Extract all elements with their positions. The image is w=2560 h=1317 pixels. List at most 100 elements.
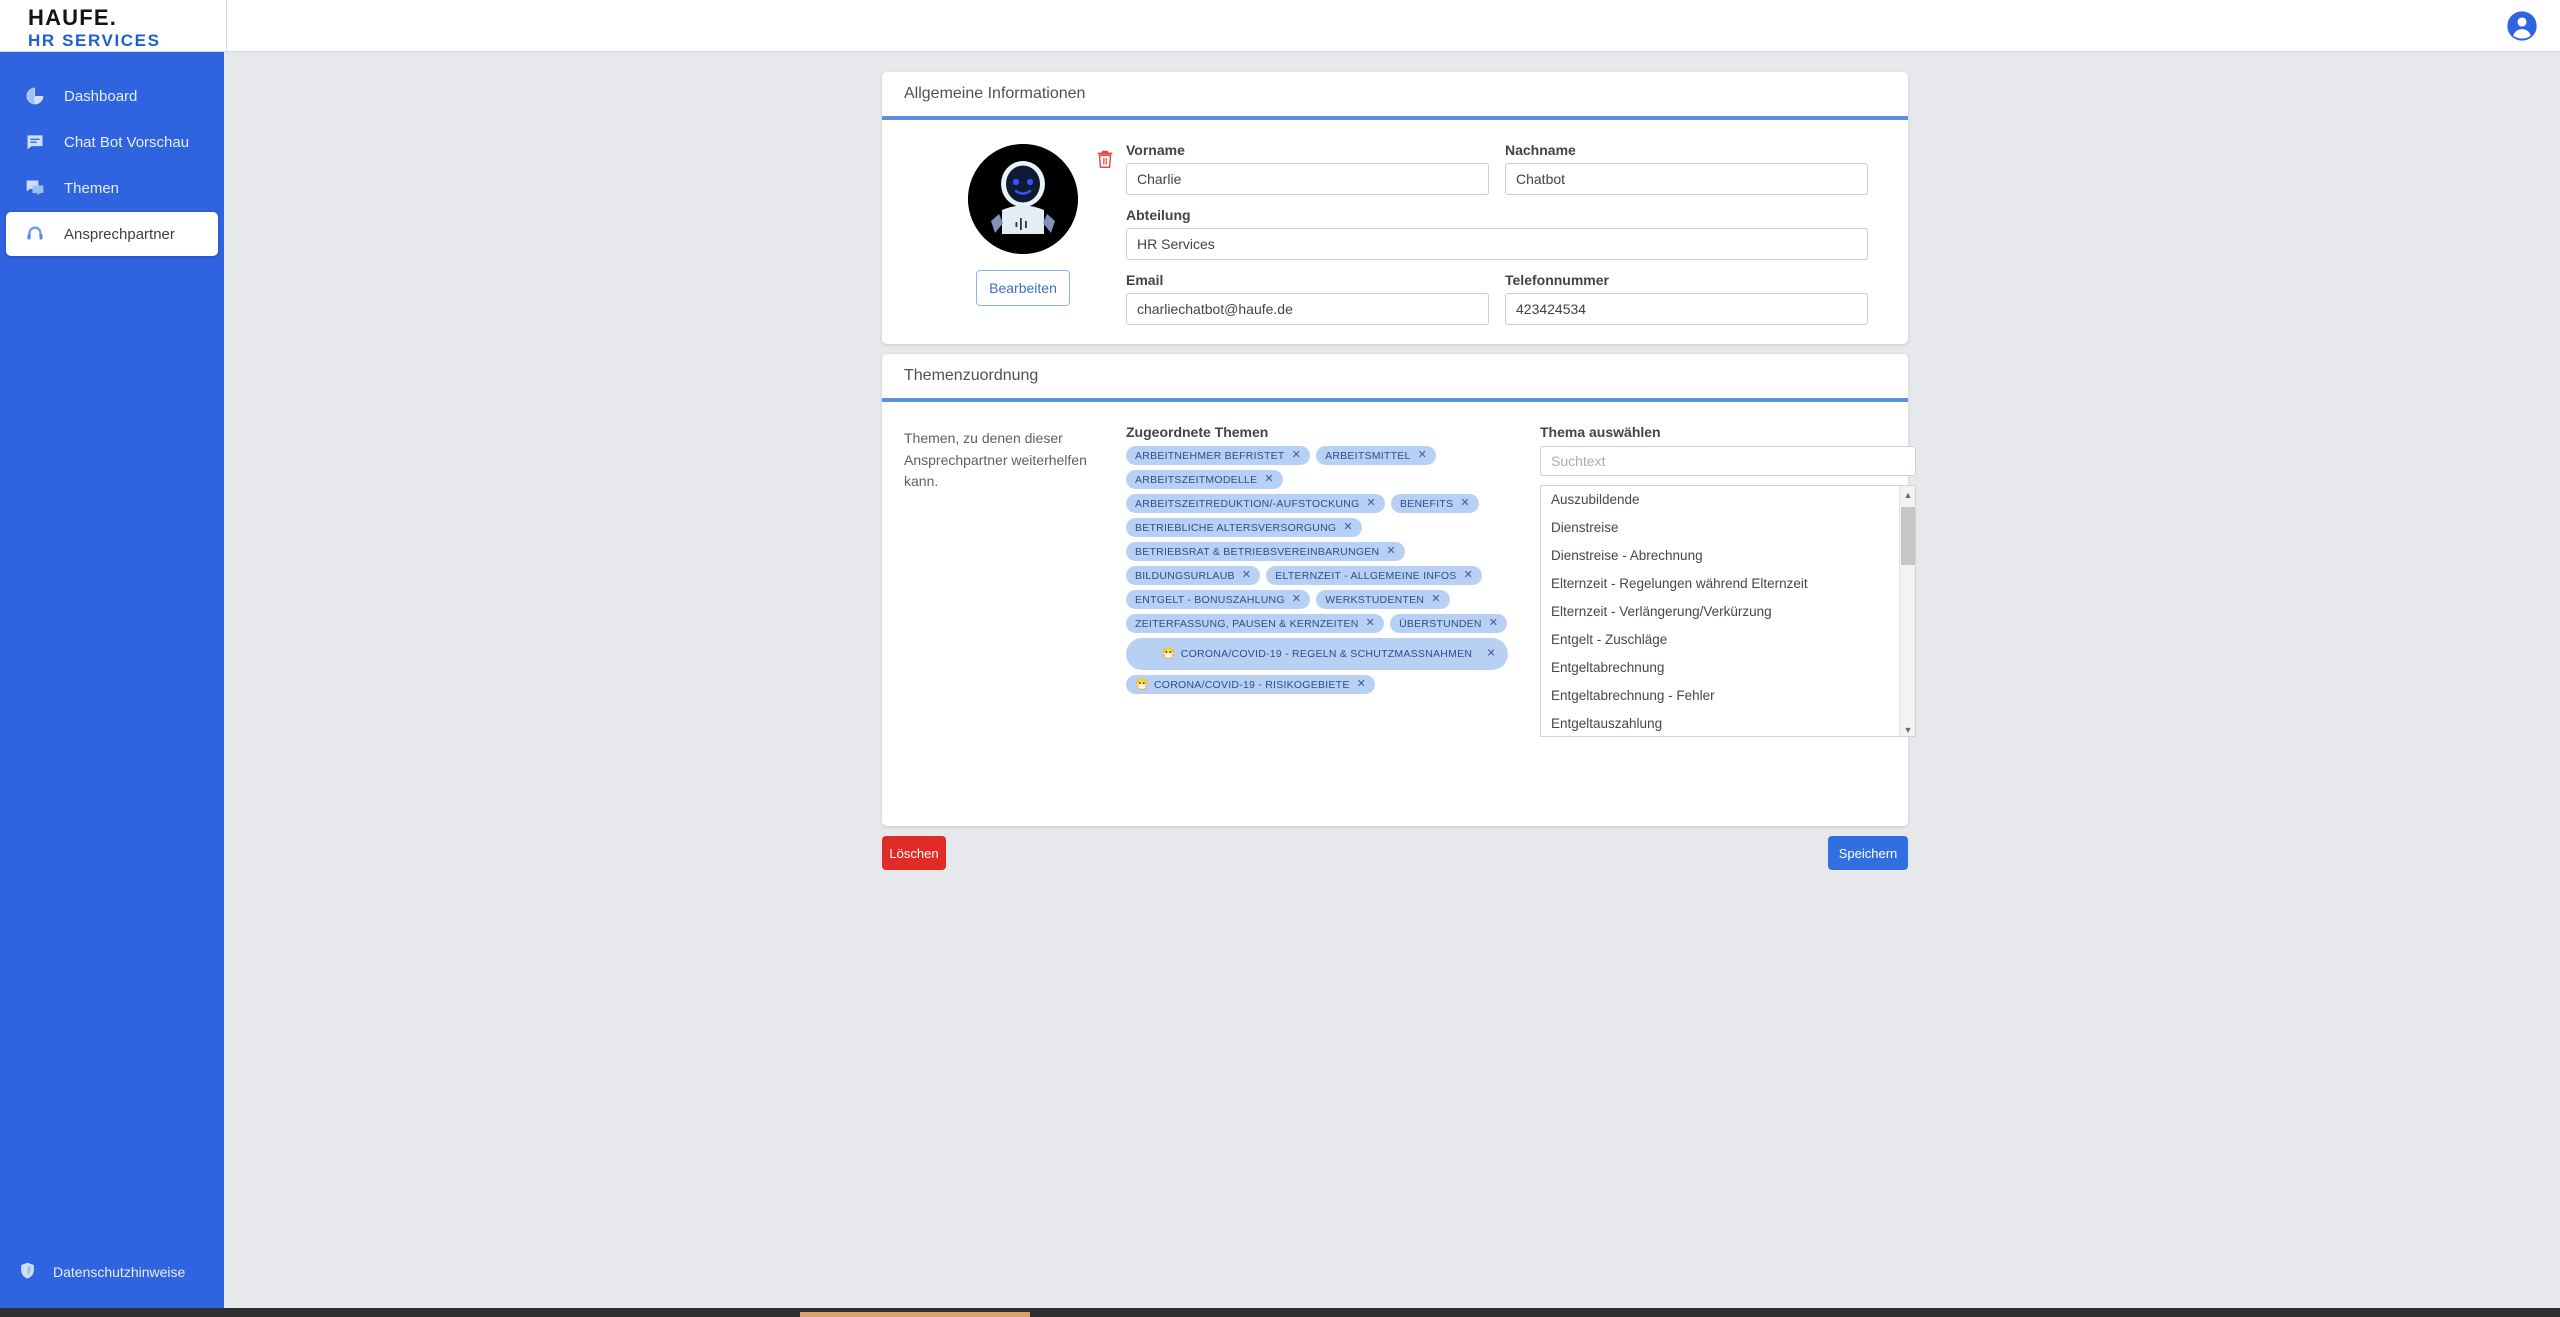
field-telefonnummer: Telefonnummer <box>1505 272 1868 325</box>
general-information-card: Allgemeine Informationen Bearbeiten Vorn… <box>882 72 1908 344</box>
field-nachname: Nachname <box>1505 142 1868 195</box>
remove-chip-icon[interactable]: ✕ <box>1431 594 1440 605</box>
topic-chip-label: ENTGELT - BONUSZAHLUNG <box>1135 593 1285 606</box>
remove-chip-icon[interactable]: ✕ <box>1418 450 1427 461</box>
field-label: Abteilung <box>1126 207 1191 223</box>
topic-option[interactable]: Elternzeit - Verlängerung/Verkürzung <box>1541 598 1915 626</box>
topic-options: Auszubildende Dienstreise Dienstreise - Ab… <box>1541 486 1915 736</box>
topic-chip-label: ARBEITSMITTEL <box>1325 449 1411 462</box>
assigned-topics-label: Zugeordnete Themen <box>1126 424 1269 440</box>
logo-secondary-text: HR SERVICES <box>28 31 161 50</box>
topic-chip-label: CORONA/COVID-19 - REGELN & SCHUTZMASSNAH… <box>1180 647 1473 660</box>
avatar-column: Bearbeiten <box>946 144 1100 306</box>
topic-chip-label: ARBEITSZEITREDUKTION/-AUFSTOCKUNG <box>1135 497 1360 510</box>
remove-chip-icon[interactable]: ✕ <box>1264 474 1273 485</box>
sidebar-item-ansprechpartner[interactable]: Ansprechpartner <box>6 212 218 256</box>
remove-chip-icon[interactable]: ✕ <box>1487 648 1496 660</box>
headset-icon <box>24 223 46 245</box>
field-label: Email <box>1126 272 1164 288</box>
telefonnummer-input[interactable] <box>1505 293 1868 325</box>
option-list-scrollbar[interactable]: ▲ ▼ <box>1899 486 1915 736</box>
logo-primary-text: HAUFE. <box>28 5 118 30</box>
vorname-input[interactable] <box>1126 163 1489 195</box>
remove-chip-icon[interactable]: ✕ <box>1366 618 1375 629</box>
nachname-input[interactable] <box>1505 163 1868 195</box>
assigned-topics-column: Zugeordnete Themen ARBEITNEHMER BEFRISTE… <box>1126 424 1508 694</box>
chat-bubble-icon <box>24 131 46 153</box>
topic-chip-label: CORONA/COVID-19 - RISIKOGEBIETE <box>1153 678 1350 691</box>
sidebar-item-dashboard[interactable]: Dashboard <box>6 74 218 118</box>
account-circle-icon[interactable] <box>2506 10 2538 42</box>
avatar <box>968 144 1078 254</box>
topic-chip-label: BENEFITS <box>1399 497 1454 510</box>
remove-chip-icon[interactable]: ✕ <box>1242 570 1251 581</box>
sidebar: Dashboard Chat Bot Vorschau Themen Anspr… <box>0 52 224 1317</box>
topic-option[interactable]: Auszubildende <box>1541 486 1915 514</box>
topic-chip: ZEITERFASSUNG, PAUSEN & KERNZEITEN ✕ <box>1126 614 1385 633</box>
edit-avatar-button[interactable]: Bearbeiten <box>976 270 1070 306</box>
remove-chip-icon[interactable]: ✕ <box>1367 498 1376 509</box>
field-email: Email <box>1126 272 1489 325</box>
topic-option[interactable]: Dienstreise <box>1541 514 1915 542</box>
remove-chip-icon[interactable]: ✕ <box>1386 546 1395 557</box>
mask-face-icon: 😷 <box>1135 679 1149 691</box>
brand-logo[interactable]: HAUFE. HR SERVICES <box>28 5 161 50</box>
topic-chip: ENTGELT - BONUSZAHLUNG ✕ <box>1126 590 1311 609</box>
topics-hint-text: Themen, zu denen dieser Ansprechpartner … <box>904 430 1087 490</box>
sidebar-item-label: Ansprechpartner <box>64 225 175 243</box>
sidebar-item-chat-bot-vorschau[interactable]: Chat Bot Vorschau <box>6 120 218 164</box>
sidebar-footer-datenschutz[interactable]: Datenschutzhinweise <box>0 1255 224 1289</box>
top-bar: HAUFE. HR SERVICES <box>0 0 2560 52</box>
mask-face-icon: 😷 <box>1161 647 1176 660</box>
assigned-topics-chip-list: ARBEITNEHMER BEFRISTET ✕ ARBEITSMITTEL ✕ ARB… <box>1126 446 1508 694</box>
topic-chip-label: ARBEITSZEITMODELLE <box>1135 473 1258 486</box>
remove-chip-icon[interactable]: ✕ <box>1489 618 1498 629</box>
header-divider <box>226 0 227 52</box>
remove-chip-icon[interactable]: ✕ <box>1292 450 1301 461</box>
save-button[interactable]: Speichern <box>1828 836 1908 870</box>
topic-option[interactable]: Dienstreise - Abrechnung <box>1541 542 1915 570</box>
topics-card-body: Themen, zu denen dieser Ansprechpartner … <box>882 402 1916 826</box>
remove-chip-icon[interactable]: ✕ <box>1464 570 1473 581</box>
page-canvas: Allgemeine Informationen Bearbeiten Vorn… <box>224 52 2560 1300</box>
card-title: Themenzuordnung <box>904 367 1039 384</box>
topic-chip: ARBEITSMITTEL ✕ <box>1316 446 1437 465</box>
topic-chip: ARBEITSZEITREDUKTION/-AUFSTOCKUNG ✕ <box>1126 494 1385 513</box>
topic-chip: BILDUNGSURLAUB ✕ <box>1126 566 1261 585</box>
chevron-down-icon[interactable]: ▼ <box>1900 721 1915 736</box>
topic-option[interactable]: Entgeltabrechnung - Fehler <box>1541 682 1915 710</box>
delete-button[interactable]: Löschen <box>882 836 946 870</box>
topic-option-list[interactable]: Auszubildende Dienstreise Dienstreise - Ab… <box>1540 485 1916 737</box>
topic-chip-label: WERKSTUDENTEN <box>1325 593 1425 606</box>
pie-chart-icon <box>24 85 46 107</box>
remove-chip-icon[interactable]: ✕ <box>1357 679 1366 690</box>
search-input[interactable] <box>1540 446 1916 476</box>
general-fields: Vorname Nachname Abteilung <box>1126 142 1868 337</box>
abteilung-input[interactable] <box>1126 228 1868 260</box>
remove-chip-icon[interactable]: ✕ <box>1460 498 1469 509</box>
field-row: Email Telefonnummer <box>1126 272 1868 325</box>
topic-option[interactable]: Elternzeit - Regelungen während Elternze… <box>1541 570 1915 598</box>
shield-icon <box>18 1261 37 1283</box>
topic-chip: WERKSTUDENTEN ✕ <box>1316 590 1450 609</box>
topic-chip: ARBEITNEHMER BEFRISTET ✕ <box>1126 446 1311 465</box>
sidebar-nav: Dashboard Chat Bot Vorschau Themen Anspr… <box>0 52 224 256</box>
topic-option[interactable]: Entgeltabrechnung <box>1541 654 1915 682</box>
topic-chip-label: BETRIEBSRAT & BETRIEBSVEREINBARUNGEN <box>1135 545 1380 558</box>
topic-chip-label: BETRIEBLICHE ALTERSVERSORGUNG <box>1135 521 1337 534</box>
email-input[interactable] <box>1126 293 1489 325</box>
field-label: Vorname <box>1126 142 1185 158</box>
topic-chip-label: BILDUNGSURLAUB <box>1135 569 1235 582</box>
topic-assignment-card: Themenzuordnung Themen, zu denen dieser … <box>882 354 1916 826</box>
sidebar-footer-label: Datenschutzhinweise <box>53 1264 186 1280</box>
remove-chip-icon[interactable]: ✕ <box>1292 594 1301 605</box>
chevron-up-icon[interactable]: ▲ <box>1900 486 1915 503</box>
scrollbar-thumb[interactable] <box>1901 507 1915 565</box>
topic-option[interactable]: Entgeltauszahlung <box>1541 710 1915 736</box>
topic-option[interactable]: Entgelt - Zuschläge <box>1541 626 1915 654</box>
field-abteilung: Abteilung <box>1126 207 1868 260</box>
topic-chip-label: ÜBERSTUNDEN <box>1399 617 1482 630</box>
topic-chip: ELTERNZEIT - ALLGEMEINE INFOS ✕ <box>1266 566 1483 585</box>
sidebar-item-themen[interactable]: Themen <box>6 166 218 210</box>
remove-chip-icon[interactable]: ✕ <box>1343 522 1352 533</box>
